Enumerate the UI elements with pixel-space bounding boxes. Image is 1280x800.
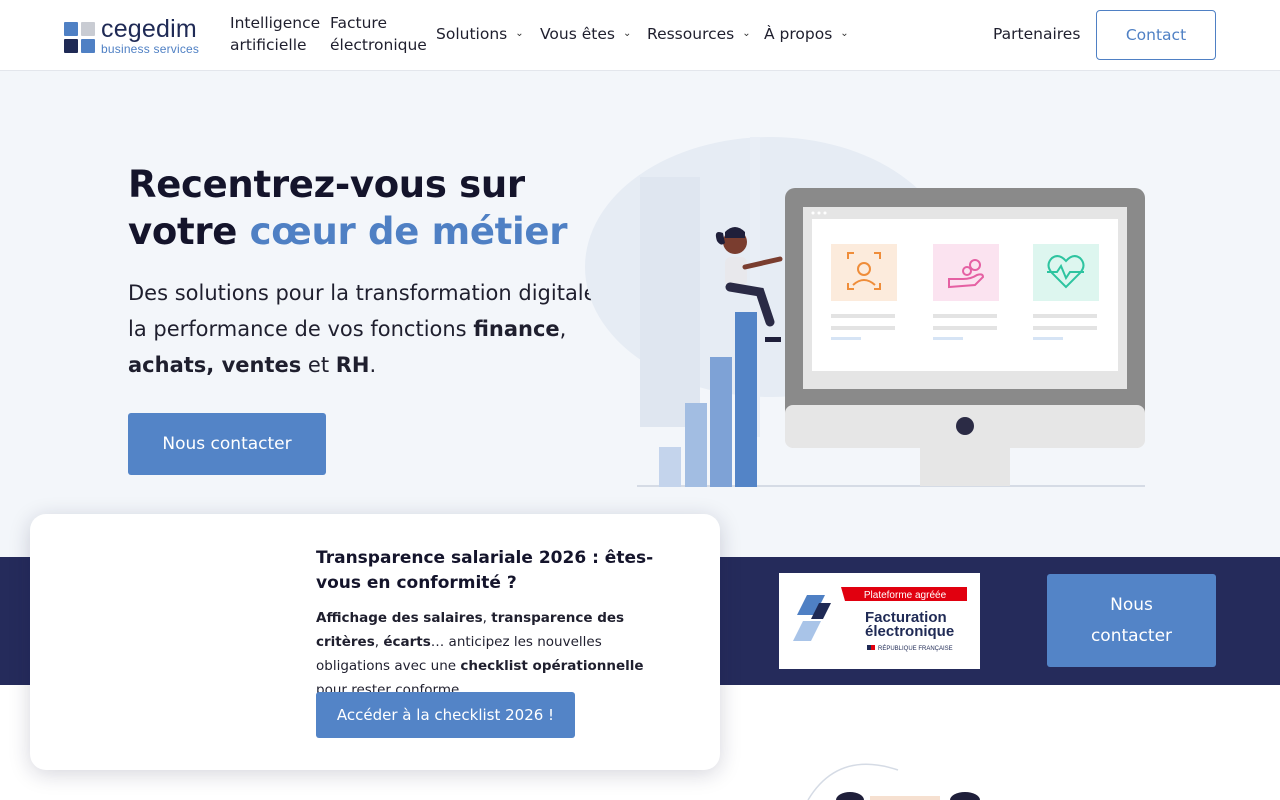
nav-item-facture-electronique[interactable]: Facture électronique (330, 12, 427, 56)
nav-dropdown-solutions[interactable]: Solutions ⌄ (436, 23, 524, 46)
nav-label-line1: Intelligence (230, 14, 321, 32)
chevron-down-icon: ⌄ (840, 27, 849, 39)
popup-bold: checklist opérationnelle (460, 658, 644, 674)
nav-dropdown-a-propos[interactable]: À propos ⌄ (764, 23, 849, 46)
desc-bold: finance (473, 317, 560, 341)
hero-contact-button[interactable]: Nous contacter (128, 413, 326, 475)
nav-dropdown-label: Ressources (647, 25, 735, 43)
logo-squares-icon (64, 21, 95, 53)
badge-line2: électronique (865, 623, 954, 640)
lower-illustration (807, 763, 980, 800)
nav-label-line2: artificielle (230, 36, 307, 54)
popup-plain: , (482, 610, 492, 626)
chevron-down-icon: ⌄ (622, 27, 632, 39)
logo-subtitle: business services (101, 42, 200, 56)
popup-bold: Affichage des salaires (316, 610, 483, 626)
badge-top-label: Plateforme agréée (864, 590, 947, 601)
hand-coins-icon (933, 244, 999, 301)
hero-title: Recentrez-vous sur votre cœur de métier (128, 161, 567, 255)
hero-title-accent: cœur de métier (249, 210, 568, 253)
chevron-down-icon: ⌄ (515, 27, 524, 39)
popup-text: Affichage des salaires, transparence des… (316, 606, 676, 702)
popup-bold: écarts (383, 634, 431, 650)
popup-title: Transparence salariale 2026 : êtes-vous … (316, 548, 654, 593)
desc-text: . (369, 353, 377, 377)
hero-description: Des solutions pour la transformation dig… (128, 275, 648, 383)
chart-bar (735, 312, 757, 487)
chart-bar (659, 447, 681, 487)
chart-bar (685, 403, 707, 487)
desc-bold: RH (335, 353, 370, 377)
nav-dropdown-vous-etes[interactable]: Vous êtes ⌄ (540, 23, 631, 46)
contact-button[interactable]: Contact (1096, 10, 1216, 60)
heart-pulse-icon (1033, 244, 1099, 301)
logo-name: cegedim (101, 15, 197, 43)
band-cta-line1: Nous (1110, 594, 1153, 615)
nav-dropdown-label: Solutions (436, 25, 508, 43)
badge-footer: RÉPUBLIQUE FRANÇAISE (878, 645, 953, 652)
desc-text: et (301, 353, 336, 377)
band-cta-line2: contacter (1090, 625, 1173, 646)
nav-label-line2: électronique (330, 36, 427, 54)
monitor (785, 188, 1145, 486)
nav-item-intelligence-artificielle[interactable]: Intelligence artificielle (230, 12, 320, 56)
hero-section: Recentrez-vous sur votre cœur de métier … (0, 71, 1280, 557)
site-header: cegedim business services Intelligence a… (0, 0, 1280, 71)
hero-illustration (585, 137, 1145, 487)
building-shape (640, 177, 700, 427)
facturation-electronique-badge[interactable]: Plateforme agréée Facturation électroniq… (779, 573, 980, 669)
cegedim-logo[interactable]: cegedim business services (64, 15, 200, 56)
checklist-button[interactable]: Accéder à la checklist 2026 ! (316, 692, 575, 738)
desc-bold: achats, ventes (128, 353, 302, 377)
face-scan-icon (831, 244, 897, 301)
desc-text: , (559, 317, 567, 341)
nav-link-partenaires[interactable]: Partenaires (993, 23, 1080, 45)
band-contact-button[interactable]: Nous contacter (1047, 574, 1216, 667)
nav-dropdown-label: Vous êtes (540, 25, 615, 43)
chevron-down-icon: ⌄ (742, 27, 751, 39)
chart-bar (710, 357, 732, 487)
hero-title-line1: Recentrez-vous sur (128, 163, 525, 206)
hero-title-plain: votre (128, 210, 250, 253)
promo-popup: Transparence salariale 2026 : êtes-vous … (30, 514, 720, 770)
nav-label-line1: Facture (330, 14, 387, 32)
nav-dropdown-ressources[interactable]: Ressources ⌄ (647, 23, 751, 46)
nav-dropdown-label: À propos (764, 25, 833, 43)
